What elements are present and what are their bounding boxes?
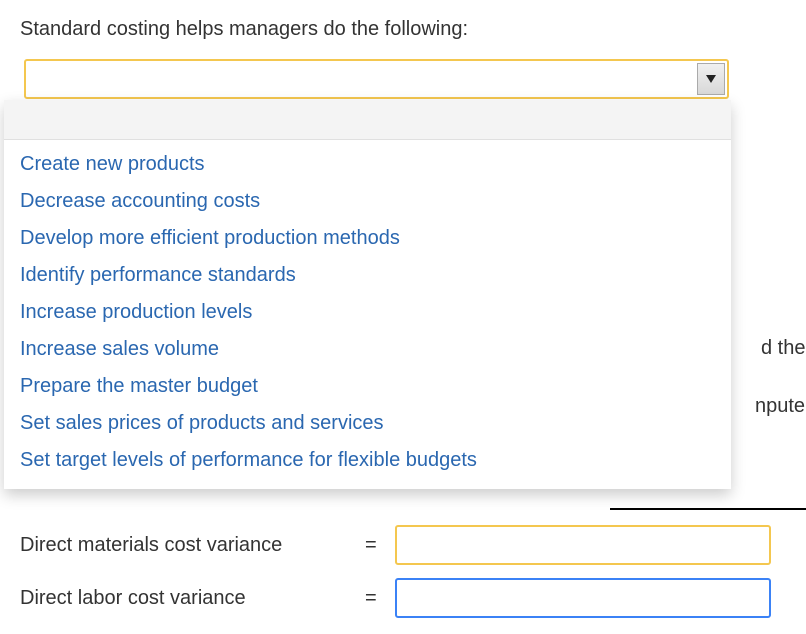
equals-sign: =	[365, 587, 395, 610]
direct-materials-variance-input[interactable]	[395, 525, 771, 565]
variance-row: Direct materials cost variance =	[20, 525, 771, 565]
dropdown-option[interactable]: Increase sales volume	[4, 331, 731, 368]
dropdown-option[interactable]: Develop more efficient production method…	[4, 220, 731, 257]
row-label-direct-materials: Direct materials cost variance	[20, 534, 365, 557]
variance-row: Direct labor cost variance =	[20, 578, 771, 618]
dropdown-control[interactable]	[24, 59, 729, 99]
bg-text-fragment: d the	[761, 337, 805, 360]
divider-line	[610, 508, 806, 510]
dropdown-blank-option[interactable]	[4, 100, 731, 140]
dropdown-panel: Create new products Decrease accounting …	[4, 100, 731, 489]
chevron-down-icon	[705, 74, 717, 84]
equals-sign: =	[365, 534, 395, 557]
dropdown-option[interactable]: Set sales prices of products and service…	[4, 405, 731, 442]
dropdown-option[interactable]: Create new products	[4, 146, 731, 183]
direct-labor-variance-input[interactable]	[395, 578, 771, 618]
dropdown-option[interactable]: Prepare the master budget	[4, 368, 731, 405]
dropdown-toggle-button[interactable]	[697, 63, 725, 95]
row-label-direct-labor: Direct labor cost variance	[20, 587, 365, 610]
dropdown-option[interactable]: Set target levels of performance for fle…	[4, 442, 731, 479]
dropdown-options-list: Create new products Decrease accounting …	[4, 140, 731, 489]
question-text: Standard costing helps managers do the f…	[20, 18, 786, 41]
dropdown-option[interactable]: Increase production levels	[4, 294, 731, 331]
dropdown-field[interactable]	[24, 59, 729, 99]
dropdown-option[interactable]: Identify performance standards	[4, 257, 731, 294]
bg-text-fragment: npute	[755, 395, 805, 418]
dropdown-option[interactable]: Decrease accounting costs	[4, 183, 731, 220]
